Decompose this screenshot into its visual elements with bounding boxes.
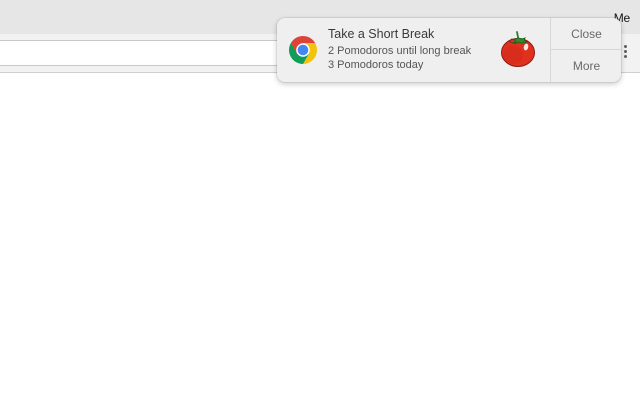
menu-icon[interactable] xyxy=(622,45,628,61)
notification-title: Take a Short Break xyxy=(328,27,435,41)
notification-message-line: 2 Pomodoros until long break xyxy=(328,45,472,57)
page-content xyxy=(0,73,640,400)
browser-window: Me Take a Short Break 2 Pomodoros until … xyxy=(0,0,640,400)
notification-popup[interactable]: Take a Short Break 2 Pomodoros until lon… xyxy=(277,18,621,82)
close-button[interactable]: Close xyxy=(551,18,621,50)
notification-text: Take a Short Break 2 Pomodoros until lon… xyxy=(328,27,518,72)
notification-message-line: 3 Pomodoros today xyxy=(328,59,424,71)
chrome-icon xyxy=(289,36,317,64)
more-button[interactable]: More xyxy=(551,50,621,82)
tomato-icon xyxy=(501,31,535,67)
notification-actions: Close More xyxy=(550,18,621,82)
